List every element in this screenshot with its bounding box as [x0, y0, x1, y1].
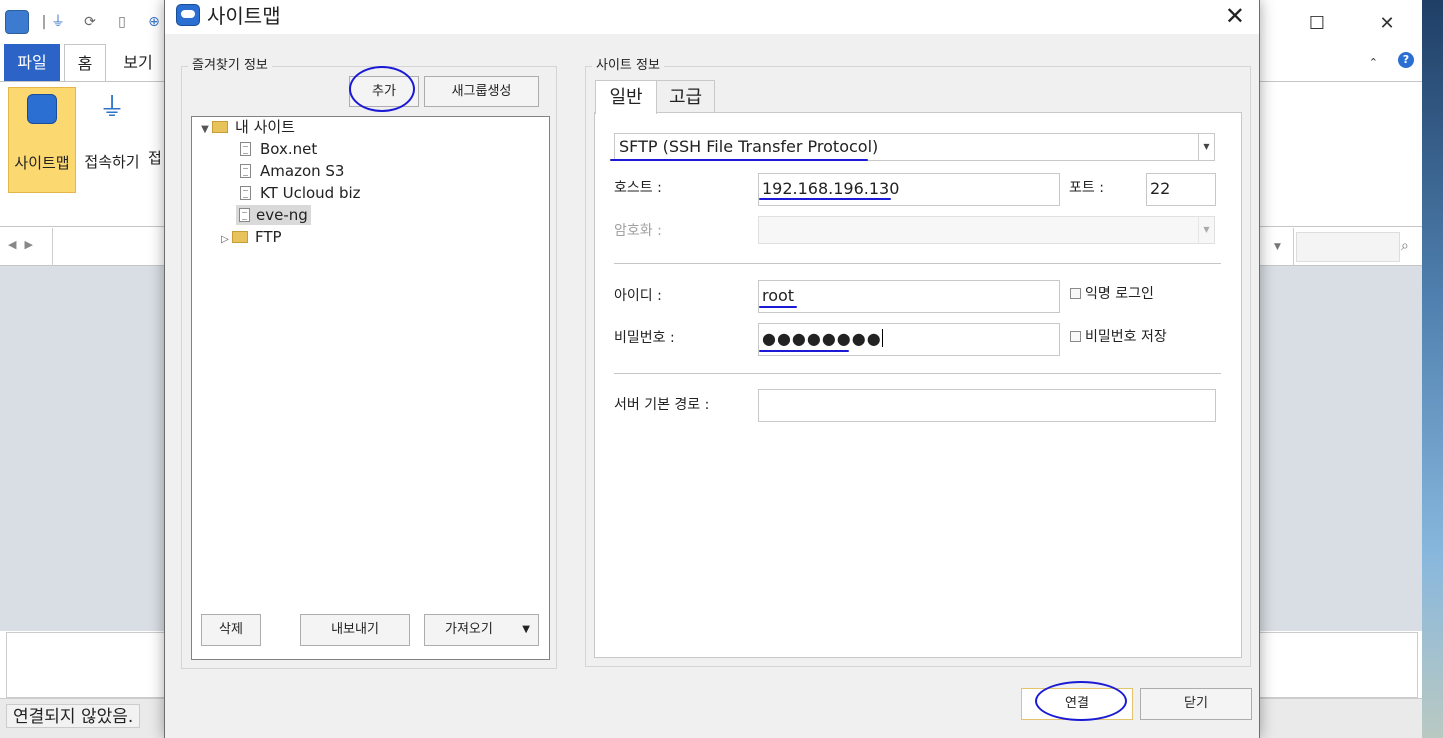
export-button[interactable]: 내보내기	[300, 614, 410, 646]
sitemap-ribbon-button[interactable]: 사이트맵	[8, 87, 76, 193]
folder-icon	[212, 121, 228, 133]
tree-item[interactable]: Amazon S3	[240, 161, 347, 181]
dialog-titlebar: 사이트맵 ✕	[165, 0, 1259, 34]
ribbon-label-partial: 접	[148, 149, 162, 167]
port-label: 포트 :	[1069, 180, 1104, 196]
password-value: ●●●●●●●●	[762, 329, 883, 348]
protocol-select[interactable]: SFTP (SSH File Transfer Protocol) ▼	[614, 133, 1215, 161]
tree-item-selected[interactable]: eve-ng	[236, 205, 311, 225]
server-path-label: 서버 기본 경로 :	[614, 397, 710, 413]
desktop-background	[1422, 0, 1443, 738]
chevron-down-icon: ▼	[522, 624, 530, 635]
tree-item[interactable]: Box.net	[240, 139, 320, 159]
site-info-legend: 사이트 정보	[592, 58, 664, 74]
tab-general[interactable]: 일반	[595, 80, 657, 114]
document-icon	[240, 164, 251, 178]
sitemap-icon	[27, 94, 57, 124]
id-label: 아이디 :	[614, 288, 662, 304]
host-value: 192.168.196.130	[762, 179, 900, 198]
sitemap-dialog: 사이트맵 ✕ 즐겨찾기 정보 추가 새그룹생성 ▼ 내 사이트 Box.net A…	[164, 0, 1260, 738]
search-icon[interactable]: ⌕	[1401, 238, 1409, 254]
status-text: 연결되지 않았음.	[6, 704, 141, 728]
divider	[614, 263, 1221, 264]
checkbox-box[interactable]	[1070, 288, 1081, 299]
host-label: 호스트 :	[614, 180, 662, 196]
document-icon	[240, 186, 251, 200]
search-input[interactable]	[1296, 232, 1400, 262]
host-input[interactable]: 192.168.196.130	[758, 173, 1060, 206]
server-path-input[interactable]	[758, 389, 1216, 422]
dialog-title: 사이트맵	[207, 4, 281, 28]
annotation-circle-add	[349, 66, 415, 112]
protocol-value: SFTP (SSH File Transfer Protocol)	[619, 137, 879, 156]
divider	[614, 373, 1221, 374]
site-tree[interactable]: ▼ 내 사이트 Box.net Amazon S3 KT Ucloud biz e…	[191, 116, 550, 660]
tab-view[interactable]: 보기	[114, 44, 162, 82]
chevron-down-icon: ▼	[1198, 217, 1214, 243]
plug-icon: ⏚	[98, 93, 125, 123]
chevron-down-icon[interactable]: ▼	[198, 120, 212, 140]
save-password-label: 비밀번호 저장	[1085, 329, 1167, 345]
new-group-button[interactable]: 새그룹생성	[424, 76, 539, 107]
document-icon	[240, 142, 251, 156]
tree-root[interactable]: ▼ 내 사이트	[198, 117, 298, 137]
port-input[interactable]: 22	[1146, 173, 1216, 206]
tree-folder[interactable]: ▷ FTP	[218, 227, 285, 247]
chevron-down-icon[interactable]: ▼	[1262, 228, 1294, 266]
import-button[interactable]: 가져오기 ▼	[424, 614, 539, 646]
connect-ribbon-label: 접속하기	[84, 153, 140, 171]
plug-icon[interactable]: ⏚	[50, 14, 66, 30]
password-label: 비밀번호 :	[614, 330, 675, 346]
folder-icon	[232, 231, 248, 243]
annotation-underline-password	[759, 350, 849, 352]
anonymous-login-checkbox[interactable]: 익명 로그인	[1070, 286, 1154, 302]
cloud-icon	[176, 4, 200, 26]
port-value: 22	[1150, 179, 1171, 198]
tab-advanced[interactable]: 고급	[657, 80, 715, 113]
annotation-underline-id	[759, 306, 797, 308]
close-button[interactable]: 닫기	[1140, 688, 1252, 720]
chevron-right-icon[interactable]: ▷	[218, 230, 232, 250]
import-button-label: 가져오기	[445, 622, 493, 637]
app-icon	[5, 10, 29, 34]
checkbox-box[interactable]	[1070, 331, 1081, 342]
annotation-underline-protocol	[610, 159, 868, 161]
document-icon	[239, 208, 250, 222]
sitemap-ribbon-label: 사이트맵	[14, 154, 70, 172]
maximize-icon[interactable]: ☐	[1294, 6, 1340, 42]
nav-arrows-icon[interactable]: ◀▶	[8, 238, 41, 251]
encryption-select: ▼	[758, 216, 1215, 244]
add-icon[interactable]: ⊕	[146, 14, 162, 30]
save-password-checkbox[interactable]: 비밀번호 저장	[1070, 329, 1167, 345]
document-icon[interactable]: ▯	[114, 14, 130, 30]
delete-button[interactable]: 삭제	[201, 614, 261, 646]
annotation-underline-host	[759, 198, 891, 200]
tree-root-label: 내 사이트	[235, 118, 295, 136]
favorites-legend: 즐겨찾기 정보	[188, 58, 272, 74]
refresh-icon[interactable]: ⟳	[82, 14, 98, 30]
id-value: root	[762, 286, 795, 305]
close-icon[interactable]: ✕	[1364, 6, 1410, 42]
help-icon[interactable]: ?	[1398, 52, 1414, 68]
collapse-ribbon-icon[interactable]: ⌃	[1369, 56, 1378, 69]
text-caret	[881, 329, 883, 347]
tree-item[interactable]: KT Ucloud biz	[240, 183, 364, 203]
encryption-label: 암호화 :	[614, 223, 662, 239]
connect-ribbon-button[interactable]: ⏚ 접속하기	[78, 87, 146, 193]
tab-home[interactable]: 홈	[64, 44, 106, 82]
close-icon[interactable]: ✕	[1225, 2, 1245, 30]
annotation-circle-connect	[1035, 681, 1127, 721]
divider	[52, 228, 53, 266]
tab-file[interactable]: 파일	[4, 44, 60, 82]
anonymous-login-label: 익명 로그인	[1085, 286, 1154, 302]
chevron-down-icon: ▼	[1198, 134, 1214, 160]
id-input[interactable]: root	[758, 280, 1060, 313]
